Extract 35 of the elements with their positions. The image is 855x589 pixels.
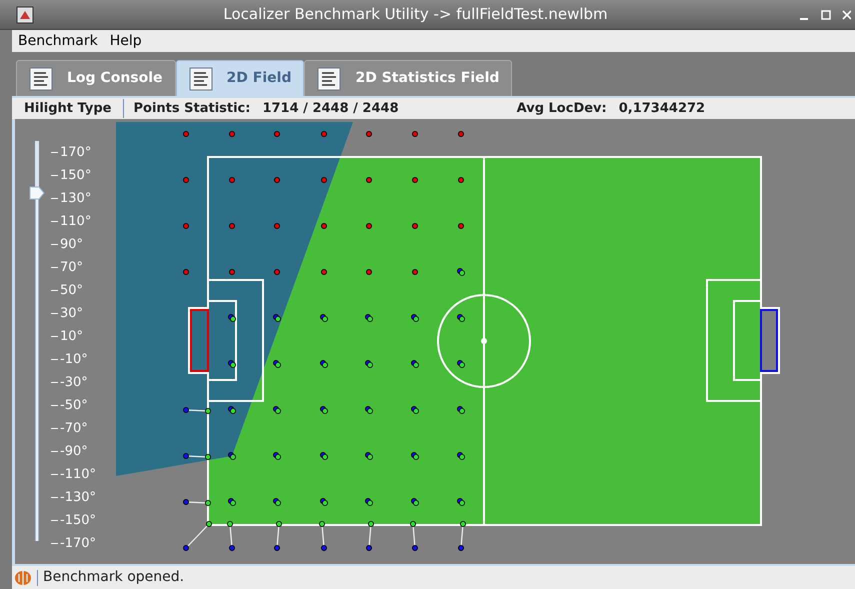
angle-tick-label: -30° (60, 374, 88, 392)
avg-locdev-label: Avg LocDev: (516, 100, 607, 118)
angle-tick-label: 110° (60, 213, 92, 231)
document-icon (29, 66, 53, 90)
app-icon (16, 6, 34, 24)
angle-tick-label: 70° (60, 259, 84, 277)
points-statistic-label: Points Statistic: (133, 100, 250, 118)
avg-locdev-value: 0,17344272 (618, 100, 706, 118)
menu-item[interactable]: Benchmark (18, 30, 98, 52)
status-text: Benchmark opened. (43, 568, 184, 587)
angle-tick-label: 90° (60, 236, 84, 254)
maximize-icon[interactable] (819, 8, 833, 22)
angle-tick-label: 30° (60, 305, 84, 323)
angle-tick-label: -130° (60, 489, 96, 507)
angle-tick-label: 150° (60, 167, 92, 185)
angle-tick-label: 10° (60, 328, 84, 346)
angle-tick-label: 130° (60, 190, 92, 208)
document-icon (317, 66, 342, 90)
tab[interactable]: 2D Field (176, 60, 304, 96)
angle-tick-label: -50° (60, 397, 88, 415)
close-icon[interactable] (841, 8, 851, 22)
points-statistic-value: 1714 / 2448 / 2448 (262, 100, 399, 118)
angle-tick-label: -110° (60, 466, 96, 484)
angle-tick-label: -170° (60, 535, 96, 553)
angle-tick-label: 50° (60, 282, 84, 300)
angle-tick-label: -10° (60, 351, 88, 369)
menu-item[interactable]: Help (110, 30, 142, 52)
angle-tick-label: -150° (60, 512, 96, 530)
slider-thumb[interactable] (29, 186, 45, 200)
window-title: Localizer Benchmark Utility -> fullFieldTest.newlbm (222, 4, 609, 26)
angle-tick-label: -90° (60, 443, 88, 461)
hilight-type-label[interactable]: Hilight Type (12, 98, 124, 118)
angle-tick-label: 170° (60, 144, 92, 162)
document-icon (188, 66, 213, 90)
angle-tick-label: -70° (60, 420, 88, 438)
